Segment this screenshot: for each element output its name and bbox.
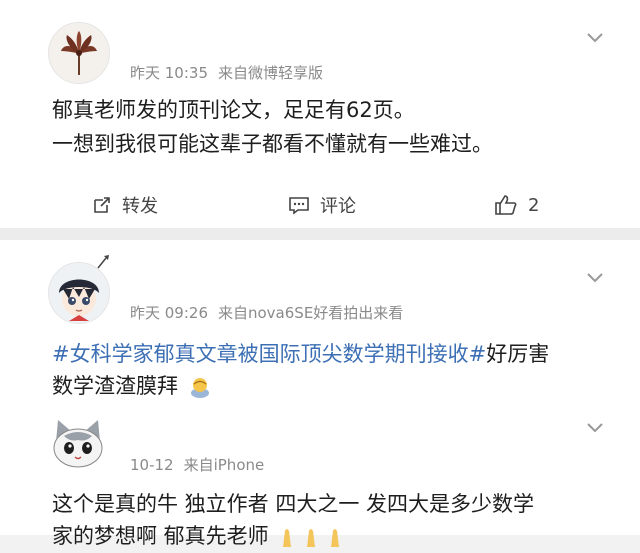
- chevron-down-icon[interactable]: [584, 26, 606, 48]
- like-count: 2: [528, 194, 540, 216]
- repost-button[interactable]: 转发: [92, 188, 158, 222]
- post-meta: 昨天 10:35 来自微博轻享版: [130, 62, 323, 83]
- post-card: 昨天 10:35 来自微博轻享版 郁真老师发的顶刊论文，足足有62页。 一想到我很…: [0, 0, 640, 228]
- cat-avatar-icon[interactable]: [48, 412, 108, 472]
- chevron-down-icon[interactable]: [584, 266, 606, 288]
- post-source: 来自iPhone: [183, 456, 265, 474]
- anime-boy-avatar-icon[interactable]: [48, 262, 110, 324]
- post-text-fragment: 家的梦想啊 郁真先老师: [52, 524, 269, 548]
- post-text-line: #女科学家郁真文章被国际顶尖数学期刊接收#好厉害: [52, 338, 549, 371]
- post-meta: 10-12 来自iPhone: [130, 454, 264, 475]
- post-text-line: 郁真老师发的顶刊论文，足足有62页。: [52, 98, 415, 122]
- hashtag-link[interactable]: #女科学家郁真文章被国际顶尖数学期刊接收#: [52, 342, 486, 366]
- decoration-icon: [97, 255, 109, 269]
- repost-label: 转发: [122, 196, 158, 217]
- flower-avatar-icon[interactable]: [48, 22, 110, 84]
- post-source: 来自nova6SE好看拍出来看: [218, 304, 404, 322]
- post-text-fragment: 好厉害: [486, 342, 550, 366]
- section-divider: [0, 228, 640, 240]
- post-text-line: 这个是真的牛 独立作者 四大之一 发四大是多少数学: [52, 492, 535, 516]
- thumbs-up-icon: [495, 195, 517, 215]
- post-time: 10-12: [130, 456, 174, 474]
- post-card: 昨天 09:26 来自nova6SE好看拍出来看 #女科学家郁真文章被国际顶尖数学…: [0, 240, 640, 402]
- like-button[interactable]: 2: [494, 188, 539, 222]
- repost-icon: [94, 197, 110, 213]
- post-text-line: 一想到我很可能这辈子都看不懂就有一些难过。: [52, 132, 493, 156]
- post-text-line: 家的梦想啊 郁真先老师: [52, 520, 349, 553]
- post-text-line: 数学渣渣膜拜: [52, 370, 211, 403]
- comment-icon: [289, 197, 309, 215]
- bow-emoji-icon: [190, 378, 209, 398]
- raised-hands-emoji-icon: [283, 529, 340, 547]
- post-time: 昨天 09:26: [130, 304, 208, 322]
- post-time: 昨天 10:35: [130, 64, 208, 82]
- post-text-fragment: 数学渣渣膜拜: [52, 374, 178, 398]
- post-meta: 昨天 09:26 来自nova6SE好看拍出来看: [130, 302, 403, 323]
- comment-button[interactable]: 评论: [288, 188, 356, 222]
- chevron-down-icon[interactable]: [584, 416, 606, 438]
- post-actions: 转发 评论 2: [0, 188, 640, 222]
- post-card: 10-12 来自iPhone 这个是真的牛 独立作者 四大之一 发四大是多少数学 …: [0, 402, 640, 548]
- comment-label: 评论: [320, 196, 356, 217]
- post-source: 来自微博轻享版: [218, 64, 324, 82]
